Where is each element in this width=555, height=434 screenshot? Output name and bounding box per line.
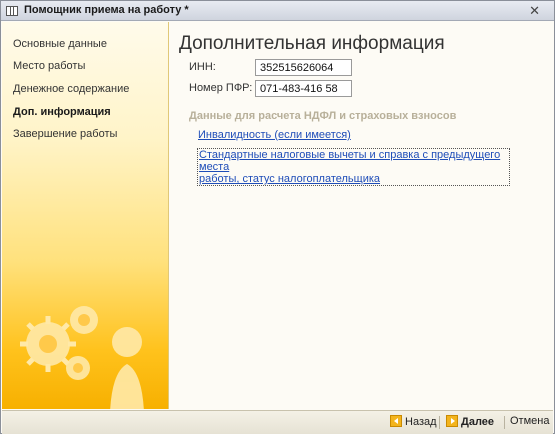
wizard-window: Помощник приема на работу * ✕ Основные д… xyxy=(0,0,555,434)
disability-link[interactable]: Инвалидность (если имеется) xyxy=(198,129,351,141)
close-icon[interactable]: ✕ xyxy=(529,3,540,19)
next-button-label: Далее xyxy=(461,416,495,428)
wizard-sidebar: Основные данные Место работы Денежное со… xyxy=(2,22,169,409)
back-button[interactable]: Назад xyxy=(390,415,437,431)
sidebar-item-finish[interactable]: Завершение работы xyxy=(13,128,117,140)
gears-person-illustration xyxy=(20,306,144,409)
arrow-left-icon xyxy=(390,415,402,427)
wizard-footer: Назад Далее Отмена xyxy=(2,410,553,434)
pfr-label: Номер ПФР: xyxy=(189,82,253,94)
page-title: Дополнительная информация xyxy=(179,33,445,54)
next-button[interactable]: Далее xyxy=(446,415,494,431)
separator xyxy=(504,416,505,429)
cancel-button[interactable]: Отмена xyxy=(510,415,549,431)
sidebar-item-workplace[interactable]: Место работы xyxy=(13,60,85,72)
main-content: Дополнительная информация ИНН: Номер ПФР… xyxy=(169,22,554,409)
inn-field[interactable] xyxy=(255,59,352,76)
window-title: Помощник приема на работу * xyxy=(24,4,189,16)
deductions-link-line1[interactable]: Стандартные налоговые вычеты и справка с… xyxy=(199,149,508,173)
pfr-field[interactable] xyxy=(255,80,352,97)
table-icon xyxy=(6,6,18,16)
section-title: Данные для расчета НДФЛ и страховых взно… xyxy=(189,110,457,122)
separator xyxy=(439,416,440,429)
deductions-link[interactable]: Стандартные налоговые вычеты и справка с… xyxy=(197,148,510,186)
title-bar: Помощник приема на работу * ✕ xyxy=(1,1,554,21)
sidebar-item-salary[interactable]: Денежное содержание xyxy=(13,83,129,95)
sidebar-item-additional-info[interactable]: Доп. информация xyxy=(13,106,111,118)
deductions-link-line2[interactable]: работы, статус налогоплательщика xyxy=(199,173,508,185)
inn-label: ИНН: xyxy=(189,61,216,73)
arrow-right-icon xyxy=(446,415,458,427)
sidebar-item-basic-data[interactable]: Основные данные xyxy=(13,38,107,50)
back-button-label: Назад xyxy=(405,416,437,428)
